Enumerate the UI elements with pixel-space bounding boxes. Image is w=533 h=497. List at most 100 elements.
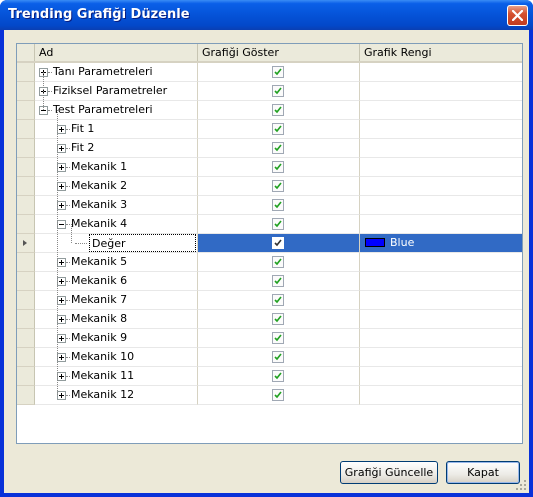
title-bar[interactable]: Trending Grafiği Düzenle	[0, 0, 533, 30]
update-chart-button[interactable]: Grafiği Güncelle	[340, 461, 438, 484]
table-row[interactable]: Fit 1	[17, 120, 522, 139]
cell-ad[interactable]: Mekanik 12	[35, 386, 198, 405]
table-row[interactable]: Mekanik 3	[17, 196, 522, 215]
table-row[interactable]: Mekanik 7	[17, 291, 522, 310]
row-selector[interactable]	[17, 82, 35, 101]
name-edit-box[interactable]: Değer	[89, 234, 196, 252]
table-row[interactable]: Mekanik 6	[17, 272, 522, 291]
expand-icon[interactable]	[57, 391, 66, 400]
cell-ad[interactable]: Fit 1	[35, 120, 198, 139]
table-row[interactable]: Mekanik 5	[17, 253, 522, 272]
cell-grafik-rengi[interactable]	[360, 291, 522, 310]
cell-ad[interactable]: Tanı Parametreleri	[35, 63, 198, 82]
column-header-grafigi-goster[interactable]: Grafiği Göster	[198, 44, 360, 61]
cell-grafik-rengi[interactable]	[360, 329, 522, 348]
row-selector[interactable]	[17, 310, 35, 329]
close-button[interactable]: Kapat	[446, 461, 520, 484]
row-selector[interactable]	[17, 367, 35, 386]
expand-icon[interactable]	[57, 125, 66, 134]
expand-icon[interactable]	[57, 144, 66, 153]
cell-ad[interactable]: Mekanik 1	[35, 158, 198, 177]
show-chart-checkbox[interactable]	[272, 218, 284, 230]
expand-icon[interactable]	[57, 182, 66, 191]
show-chart-checkbox[interactable]	[272, 199, 284, 211]
cell-grafik-rengi[interactable]	[360, 177, 522, 196]
table-row[interactable]: Mekanik 8	[17, 310, 522, 329]
row-selector[interactable]	[17, 215, 35, 234]
row-selector[interactable]	[17, 291, 35, 310]
cell-grafik-rengi[interactable]	[360, 272, 522, 291]
row-selector[interactable]	[17, 386, 35, 405]
show-chart-checkbox[interactable]	[272, 104, 284, 116]
show-chart-checkbox[interactable]	[272, 370, 284, 382]
cell-ad[interactable]: Mekanik 5	[35, 253, 198, 272]
show-chart-checkbox[interactable]	[272, 180, 284, 192]
expand-icon[interactable]	[57, 258, 66, 267]
resize-grip-icon[interactable]	[515, 479, 527, 491]
table-row[interactable]: Mekanik 12	[17, 386, 522, 405]
row-selector[interactable]	[17, 329, 35, 348]
cell-grafik-rengi[interactable]	[360, 82, 522, 101]
cell-grafik-rengi[interactable]	[360, 348, 522, 367]
cell-ad[interactable]: Mekanik 6	[35, 272, 198, 291]
cell-ad[interactable]: Mekanik 2	[35, 177, 198, 196]
expand-icon[interactable]	[57, 372, 66, 381]
table-row[interactable]: Mekanik 2	[17, 177, 522, 196]
cell-ad[interactable]: Değer	[35, 234, 198, 253]
show-chart-checkbox[interactable]	[272, 237, 284, 249]
cell-grafik-rengi[interactable]	[360, 120, 522, 139]
show-chart-checkbox[interactable]	[272, 256, 284, 268]
table-row[interactable]: Mekanik 1	[17, 158, 522, 177]
cell-grafik-rengi[interactable]	[360, 367, 522, 386]
show-chart-checkbox[interactable]	[272, 142, 284, 154]
table-row[interactable]: Fit 2	[17, 139, 522, 158]
row-selector[interactable]	[17, 158, 35, 177]
show-chart-checkbox[interactable]	[272, 123, 284, 135]
show-chart-checkbox[interactable]	[272, 66, 284, 78]
show-chart-checkbox[interactable]	[272, 332, 284, 344]
show-chart-checkbox[interactable]	[272, 389, 284, 401]
cell-ad[interactable]: Mekanik 7	[35, 291, 198, 310]
expand-icon[interactable]	[57, 296, 66, 305]
row-selector[interactable]	[17, 348, 35, 367]
cell-ad[interactable]: Mekanik 10	[35, 348, 198, 367]
cell-ad[interactable]: Mekanik 9	[35, 329, 198, 348]
cell-grafik-rengi[interactable]	[360, 253, 522, 272]
row-selector[interactable]	[17, 272, 35, 291]
cell-grafik-rengi[interactable]	[360, 196, 522, 215]
cell-grafik-rengi[interactable]	[360, 158, 522, 177]
row-selector[interactable]	[17, 120, 35, 139]
table-row[interactable]: Mekanik 4	[17, 215, 522, 234]
column-header-ad[interactable]: Ad	[35, 44, 198, 61]
cell-ad[interactable]: Fit 2	[35, 139, 198, 158]
tree-grid[interactable]: Ad Grafiği Göster Grafik Rengi Tanı Para…	[16, 43, 523, 444]
row-selector[interactable]	[17, 177, 35, 196]
cell-ad[interactable]: Mekanik 3	[35, 196, 198, 215]
cell-ad[interactable]: Mekanik 11	[35, 367, 198, 386]
cell-grafik-rengi[interactable]	[360, 386, 522, 405]
cell-ad[interactable]: Test Parametreleri	[35, 101, 198, 120]
cell-grafik-rengi[interactable]: Blue	[360, 234, 522, 253]
expand-icon[interactable]	[57, 277, 66, 286]
table-row[interactable]: Mekanik 9	[17, 329, 522, 348]
cell-ad[interactable]: Mekanik 4	[35, 215, 198, 234]
table-row[interactable]: Değer Blue	[17, 234, 522, 253]
row-selector[interactable]	[17, 234, 35, 253]
cell-grafik-rengi[interactable]	[360, 101, 522, 120]
close-window-button[interactable]	[507, 5, 528, 26]
row-selector[interactable]	[17, 196, 35, 215]
cell-ad[interactable]: Mekanik 8	[35, 310, 198, 329]
cell-grafik-rengi[interactable]	[360, 63, 522, 82]
cell-ad[interactable]: Fiziksel Parametreler	[35, 82, 198, 101]
show-chart-checkbox[interactable]	[272, 275, 284, 287]
show-chart-checkbox[interactable]	[272, 351, 284, 363]
row-selector[interactable]	[17, 101, 35, 120]
collapse-icon[interactable]	[57, 220, 66, 229]
show-chart-checkbox[interactable]	[272, 161, 284, 173]
show-chart-checkbox[interactable]	[272, 294, 284, 306]
show-chart-checkbox[interactable]	[272, 85, 284, 97]
table-row[interactable]: Tanı Parametreleri	[17, 63, 522, 82]
expand-icon[interactable]	[57, 163, 66, 172]
row-selector[interactable]	[17, 253, 35, 272]
cell-grafik-rengi[interactable]	[360, 215, 522, 234]
